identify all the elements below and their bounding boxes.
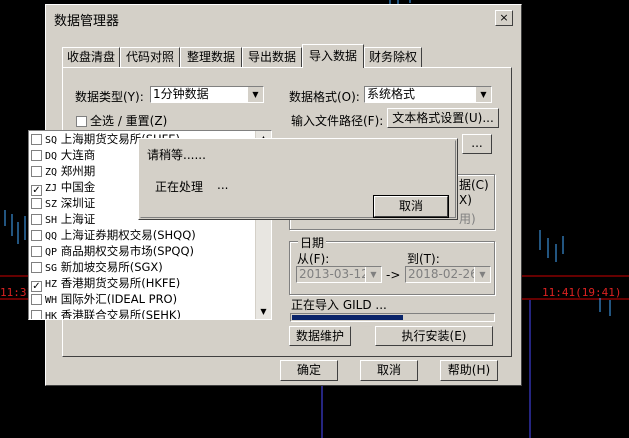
list-item[interactable]: ZQ 郑州期 <box>31 163 95 179</box>
data-format-value: 系统格式 <box>367 87 416 101</box>
market-checkbox[interactable] <box>31 246 42 257</box>
market-checkbox[interactable] <box>31 198 42 209</box>
list-item[interactable]: SG 新加坡交易所(SGX) <box>31 259 163 275</box>
to-date-value: 2018-02-26 <box>408 267 478 281</box>
browse-button[interactable]: ... <box>462 134 492 154</box>
list-item[interactable]: ✓ HZ 香港期货交易所(HKFE) <box>31 275 180 292</box>
tab-import-data[interactable]: 导入数据 <box>302 44 364 68</box>
market-checkbox[interactable] <box>31 150 42 161</box>
input-path-label: 输入文件路径(F): <box>291 114 384 128</box>
market-checkbox[interactable] <box>31 214 42 225</box>
list-item[interactable]: SZ 深圳证 <box>31 195 95 211</box>
list-item[interactable]: ✓ ZJ 中国金 <box>31 179 95 196</box>
progress-fill <box>292 315 403 320</box>
data-type-select[interactable]: 1分钟数据 ▼ <box>150 86 264 103</box>
chevron-down-icon: ▼ <box>475 87 491 102</box>
tab-close-clear[interactable]: 收盘清盘 <box>62 47 120 67</box>
select-all-checkbox[interactable] <box>76 116 87 127</box>
chevron-down-icon: ▼ <box>474 267 490 282</box>
list-item[interactable]: QQ 上海证券期权交易(SHQQ) <box>31 227 196 243</box>
market-checkbox[interactable] <box>31 294 42 305</box>
please-wait-dialog: 请稍等...... 正在处理 ... 取消 <box>138 138 458 220</box>
list-item[interactable]: QP 商品期权交易市场(SPQQ) <box>31 243 194 259</box>
wait-cancel-button[interactable]: 取消 <box>373 195 449 218</box>
list-item[interactable]: DQ 大连商 <box>31 147 95 163</box>
to-date-picker[interactable]: 2018-02-26 ▼ <box>405 266 491 283</box>
close-button[interactable]: × <box>495 10 513 26</box>
window-titlebar[interactable]: 数据管理器 × <box>48 7 519 29</box>
import-status-text: 正在导入 GILD ... <box>291 298 387 312</box>
chevron-down-icon: ▼ <box>247 87 263 102</box>
processing-message: 正在处理 <box>155 180 204 194</box>
market-checkbox[interactable] <box>31 262 42 273</box>
close-icon: × <box>499 11 509 24</box>
date-arrow: -> <box>386 268 401 282</box>
help-button[interactable]: 帮助(H) <box>440 360 498 381</box>
from-label: 从(F): <box>297 252 330 266</box>
data-format-select[interactable]: 系统格式 ▼ <box>364 86 492 103</box>
processing-dots: ... <box>217 178 229 192</box>
tab-code-mapping[interactable]: 代码对照 <box>120 47 180 67</box>
chevron-down-icon[interactable]: ▼ <box>256 304 271 319</box>
window-title: 数据管理器 <box>54 14 120 29</box>
chart-candles-right <box>539 230 611 316</box>
list-item[interactable]: SH 上海证 <box>31 211 95 227</box>
ok-button[interactable]: 确定 <box>280 360 338 381</box>
options-partial-label: 据(C) <box>459 178 489 192</box>
chart-time-label-right: 11:41(19:41) <box>542 286 622 299</box>
list-item[interactable]: WH 国际外汇(IDEAL PRO) <box>31 291 177 307</box>
tab-organize-data[interactable]: 整理数据 <box>180 47 242 67</box>
from-date-picker[interactable]: 2013-03-12 ▼ <box>296 266 382 283</box>
market-checkbox[interactable] <box>31 230 42 241</box>
text-format-settings-button[interactable]: 文本格式设置(U)... <box>387 108 499 128</box>
data-maintenance-button[interactable]: 数据维护 <box>289 326 351 346</box>
to-label: 到(T): <box>407 252 440 266</box>
tab-financial-exright[interactable]: 财务除权 <box>364 47 422 67</box>
select-all-label: 全选 / 重置(Z) <box>90 114 168 128</box>
select-all-row[interactable]: 全选 / 重置(Z) <box>76 112 167 129</box>
options-partial-label-3: 用) <box>459 212 476 226</box>
data-type-label: 数据类型(Y): <box>75 90 144 104</box>
data-format-label: 数据格式(O): <box>289 90 360 104</box>
market-checkbox[interactable] <box>31 166 42 177</box>
tab-export-data[interactable]: 导出数据 <box>242 47 302 67</box>
data-type-value: 1分钟数据 <box>153 87 209 101</box>
market-checkbox[interactable] <box>31 310 42 319</box>
wait-dialog-title: 请稍等...... <box>147 148 206 162</box>
options-partial-label-2: X) <box>459 193 472 207</box>
market-checkbox[interactable] <box>31 134 42 145</box>
date-group-label: 日期 <box>298 234 327 251</box>
import-progress-bar <box>290 313 495 322</box>
chevron-down-icon: ▼ <box>365 267 381 282</box>
from-date-value: 2013-03-12 <box>299 267 369 281</box>
execute-install-button[interactable]: 执行安装(E) <box>375 326 493 346</box>
list-item[interactable]: HK 香港联合交易所(SEHK) <box>31 307 181 319</box>
cancel-button[interactable]: 取消 <box>360 360 418 381</box>
